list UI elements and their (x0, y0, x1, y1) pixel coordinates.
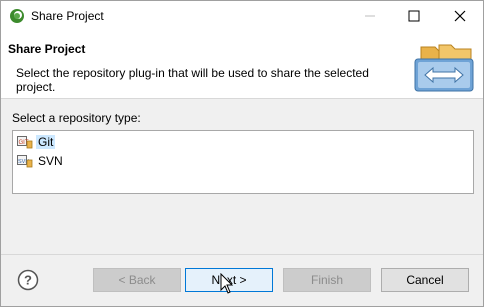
window-title: Share Project (31, 9, 104, 23)
close-icon (454, 10, 466, 22)
repository-type-label: Select a repository type: (12, 111, 141, 125)
minimize-icon (365, 15, 375, 17)
share-folders-icon (414, 44, 474, 92)
svn-repo-icon: SVN (17, 155, 33, 168)
eclipse-icon (10, 9, 24, 23)
maximize-icon (408, 10, 420, 22)
minimize-button[interactable] (347, 1, 393, 31)
close-button[interactable] (437, 1, 483, 31)
page-description: Select the repository plug-in that will … (16, 66, 369, 94)
repository-type-list[interactable]: GIT Git SVN SVN (12, 130, 474, 194)
list-item-label: Git (36, 135, 56, 149)
list-item-label: SVN (38, 154, 63, 168)
cancel-button[interactable]: Cancel (381, 268, 469, 292)
finish-button[interactable]: Finish (283, 268, 371, 292)
back-button[interactable]: < Back (93, 268, 181, 292)
svg-text:?: ? (24, 273, 32, 288)
git-repo-icon: GIT (17, 136, 33, 149)
wizard-header: Share Project Select the repository plug… (1, 31, 483, 99)
share-project-dialog: Share Project Share Project Select the r… (0, 0, 484, 307)
button-bar-divider (1, 254, 483, 255)
title-bar: Share Project (1, 1, 483, 31)
maximize-button[interactable] (391, 1, 437, 31)
help-icon[interactable]: ? (17, 269, 39, 291)
list-item-git[interactable]: GIT Git (17, 133, 56, 151)
page-title: Share Project (8, 42, 86, 56)
list-item-svn[interactable]: SVN SVN (17, 152, 65, 170)
mouse-cursor-icon (220, 273, 234, 294)
